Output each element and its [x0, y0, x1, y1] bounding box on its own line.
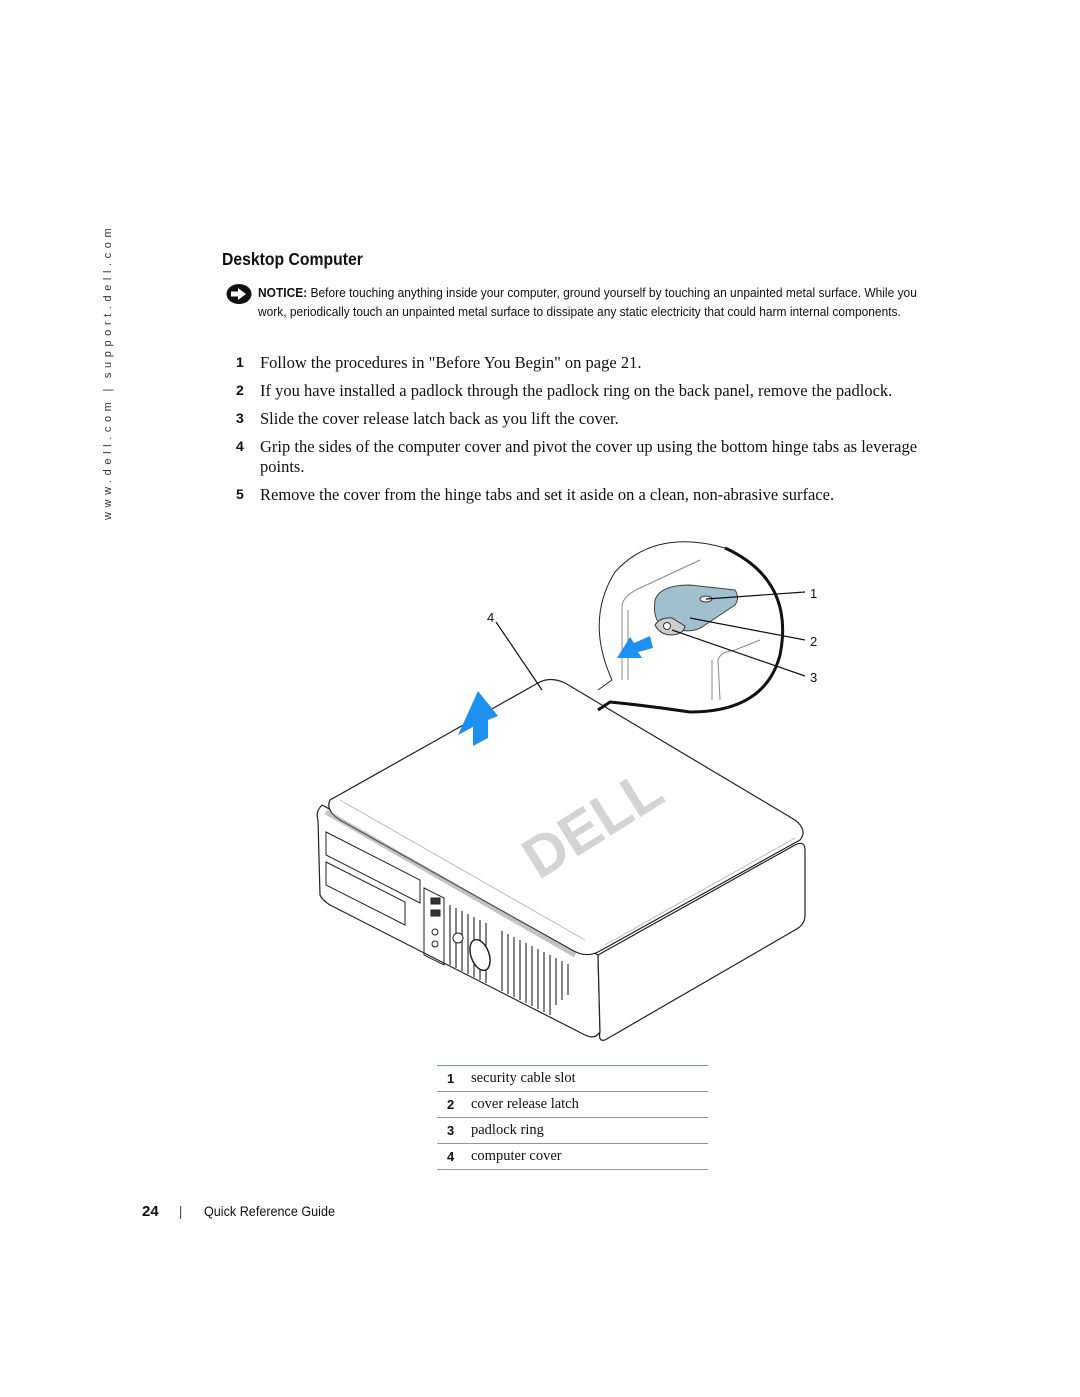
legend-row: 1 security cable slot	[437, 1065, 708, 1092]
step-item: 2 If you have installed a padlock throug…	[236, 381, 926, 401]
callout-legend-table: 1 security cable slot 2 cover release la…	[437, 1065, 708, 1170]
legend-number: 4	[437, 1143, 471, 1170]
step-text: Grip the sides of the computer cover and…	[260, 437, 918, 476]
callout-label-1: 1	[810, 586, 817, 601]
legend-row: 3 padlock ring	[437, 1117, 708, 1144]
legend-label: computer cover	[471, 1143, 708, 1170]
legend-label: padlock ring	[471, 1117, 708, 1144]
legend-number: 2	[437, 1091, 471, 1118]
legend-number: 1	[437, 1065, 471, 1092]
notice-text: NOTICE: Before touching anything inside …	[258, 283, 920, 321]
step-item: 1 Follow the procedures in "Before You B…	[236, 353, 926, 373]
step-number: 1	[236, 354, 244, 370]
sidebar-separator: |	[102, 384, 114, 392]
step-text: Follow the procedures in "Before You Beg…	[260, 353, 642, 372]
notice-label: NOTICE:	[258, 285, 308, 300]
step-text: Remove the cover from the hinge tabs and…	[260, 485, 835, 504]
legend-number: 3	[437, 1117, 471, 1144]
page-footer: 24 | Quick Reference Guide	[142, 1203, 350, 1220]
computer-cover-illustration: DELL 1 2 3 4	[316, 541, 817, 1041]
legend-row: 2 cover release latch	[437, 1091, 708, 1118]
sidebar-url-primary: www.dell.com	[102, 397, 114, 520]
step-text: Slide the cover release latch back as yo…	[260, 409, 619, 428]
callout-label-3: 3	[810, 670, 817, 685]
legend-label: security cable slot	[471, 1065, 708, 1092]
legend-label: cover release latch	[471, 1091, 708, 1118]
power-button	[452, 932, 464, 944]
sidebar-url: www.dell.com | support.dell.com	[102, 224, 114, 520]
notice-body: Before touching anything inside your com…	[258, 285, 917, 319]
detail-callout	[597, 541, 785, 714]
notice-arrow-icon	[226, 284, 252, 304]
callout-label-4: 4	[487, 610, 494, 625]
step-text: If you have installed a padlock through …	[260, 381, 893, 400]
procedure-steps: 1 Follow the procedures in "Before You B…	[236, 353, 926, 513]
step-number: 3	[236, 410, 244, 426]
step-number: 2	[236, 382, 244, 398]
step-item: 4 Grip the sides of the computer cover a…	[236, 437, 926, 477]
step-item: 3 Slide the cover release latch back as …	[236, 409, 926, 429]
page-number: 24	[142, 1203, 159, 1220]
footer-separator: |	[178, 1203, 183, 1219]
step-number: 5	[236, 486, 244, 502]
step-item: 5 Remove the cover from the hinge tabs a…	[236, 485, 926, 505]
section-title: Desktop Computer	[222, 249, 363, 269]
step-number: 4	[236, 438, 244, 454]
sidebar-url-secondary: support.dell.com	[102, 223, 114, 379]
callout-label-2: 2	[810, 634, 817, 649]
legend-row: 4 computer cover	[437, 1143, 708, 1170]
guide-title: Quick Reference Guide	[204, 1203, 336, 1219]
